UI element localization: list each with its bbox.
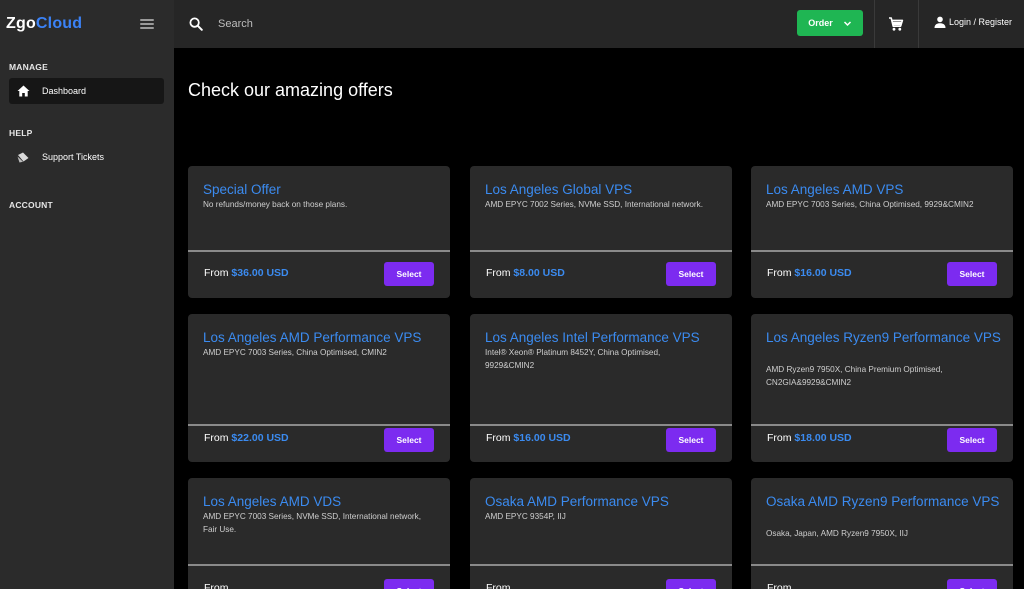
offer-price: From $16.00 USD bbox=[486, 432, 571, 444]
offer-card: Los Angeles Intel Performance VPS Intel® … bbox=[470, 314, 732, 462]
select-button[interactable]: Select bbox=[666, 579, 716, 589]
hamburger-menu-icon[interactable] bbox=[140, 19, 154, 29]
price-amount: $8.00 USD bbox=[513, 267, 565, 279]
cart-icon[interactable] bbox=[888, 16, 904, 32]
offer-description: Osaka, Japan, AMD Ryzen9 7950X, IIJ bbox=[766, 529, 908, 538]
price-prefix: From bbox=[767, 582, 792, 589]
offer-price: From $18.00 USD bbox=[767, 432, 852, 444]
divider bbox=[874, 0, 875, 48]
price-amount: $16.00 USD bbox=[513, 432, 571, 444]
select-button[interactable]: Select bbox=[947, 428, 997, 452]
divider bbox=[918, 0, 919, 48]
user-icon bbox=[934, 16, 946, 28]
price-prefix: From bbox=[204, 267, 229, 279]
card-divider bbox=[470, 424, 732, 426]
offer-description: AMD EPYC 7003 Series, NVMe SSD, Internat… bbox=[203, 512, 421, 534]
price-amount: $22.00 USD bbox=[231, 432, 289, 444]
offer-description: AMD EPYC 9354P, IIJ bbox=[485, 512, 566, 521]
search-icon[interactable] bbox=[189, 17, 203, 31]
offer-card: Los Angeles AMD VDS AMD EPYC 7003 Series,… bbox=[188, 478, 450, 589]
search-input[interactable] bbox=[218, 18, 778, 30]
offer-description: No refunds/money back on those plans. bbox=[203, 200, 348, 209]
sidebar-item-label: Dashboard bbox=[42, 86, 87, 96]
offer-price: From bbox=[486, 582, 511, 589]
card-divider bbox=[751, 564, 1013, 566]
offer-title: Los Angeles AMD Performance VPS bbox=[203, 330, 422, 345]
sidebar-item-support-tickets[interactable]: Support Tickets bbox=[9, 144, 164, 170]
offer-title: Los Angeles AMD VPS bbox=[766, 182, 904, 197]
home-icon bbox=[16, 84, 30, 98]
price-prefix: From bbox=[767, 432, 792, 444]
offer-price: From bbox=[767, 582, 792, 589]
sidebar-item-dashboard[interactable]: Dashboard bbox=[9, 78, 164, 104]
offer-title: Special Offer bbox=[203, 182, 281, 197]
price-prefix: From bbox=[486, 267, 511, 279]
page-title: Check our amazing offers bbox=[188, 80, 393, 100]
price-amount: $36.00 USD bbox=[231, 267, 289, 279]
order-button-label: Order bbox=[808, 18, 833, 28]
select-button[interactable]: Select bbox=[666, 428, 716, 452]
offer-price: From $8.00 USD bbox=[486, 267, 565, 279]
offer-card: Special Offer No refunds/money back on th… bbox=[188, 166, 450, 298]
price-prefix: From bbox=[204, 432, 229, 444]
card-divider bbox=[751, 424, 1013, 426]
offer-price: From $16.00 USD bbox=[767, 267, 852, 279]
select-button[interactable]: Select bbox=[384, 428, 434, 452]
offer-card: Los Angeles AMD VPS AMD EPYC 7003 Series,… bbox=[751, 166, 1013, 298]
offer-card: Osaka AMD Ryzen9 Performance VPS Osaka, J… bbox=[751, 478, 1013, 589]
offer-card: Osaka AMD Performance VPS AMD EPYC 9354P,… bbox=[470, 478, 732, 589]
price-amount: $18.00 USD bbox=[794, 432, 852, 444]
select-button[interactable]: Select bbox=[666, 262, 716, 286]
offer-price: From bbox=[204, 582, 229, 589]
logo-row: ZgoCloud bbox=[0, 0, 174, 48]
logo-text-second: Cloud bbox=[35, 15, 83, 32]
sidebar-item-label: Support Tickets bbox=[42, 152, 105, 162]
select-button[interactable]: Select bbox=[384, 262, 434, 286]
card-divider bbox=[470, 564, 732, 566]
offer-description: Intel® Xeon® Platinum 8452Y, China Optim… bbox=[485, 348, 661, 370]
offer-card: Los Angeles Global VPS AMD EPYC 7002 Seri… bbox=[470, 166, 732, 298]
logo[interactable]: ZgoCloud bbox=[6, 15, 82, 33]
offer-card: Los Angeles Ryzen9 Performance VPS AMD Ry… bbox=[751, 314, 1013, 462]
offer-description: AMD EPYC 7003 Series, China Optimised, 9… bbox=[766, 200, 974, 209]
price-prefix: From bbox=[486, 432, 511, 444]
offer-card: Los Angeles AMD Performance VPS AMD EPYC … bbox=[188, 314, 450, 462]
login-register-link[interactable]: Login / Register bbox=[934, 16, 1012, 28]
card-divider bbox=[470, 250, 732, 252]
price-prefix: From bbox=[204, 582, 229, 589]
login-register-label: Login / Register bbox=[949, 17, 1013, 27]
offer-title: Osaka AMD Ryzen9 Performance VPS bbox=[766, 494, 1000, 509]
select-button[interactable]: Select bbox=[947, 262, 997, 286]
card-divider bbox=[188, 564, 450, 566]
select-button[interactable]: Select bbox=[384, 579, 434, 589]
offer-description: AMD EPYC 7003 Series, China Optimised, C… bbox=[203, 348, 387, 357]
ticket-icon bbox=[16, 150, 30, 164]
logo-text-first: Zgo bbox=[6, 15, 36, 32]
offer-title: Los Angeles Intel Performance VPS bbox=[485, 330, 700, 345]
top-bar: Order Login / Register bbox=[174, 0, 1024, 48]
section-label-manage: MANAGE bbox=[9, 62, 48, 72]
offer-title: Los Angeles AMD VDS bbox=[203, 494, 342, 509]
order-button[interactable]: Order bbox=[797, 10, 863, 36]
sidebar: ZgoCloud MANAGE Dashboard HELP Support T… bbox=[0, 0, 174, 589]
card-divider bbox=[188, 250, 450, 252]
section-label-help: HELP bbox=[9, 128, 33, 138]
price-amount: $16.00 USD bbox=[794, 267, 852, 279]
price-prefix: From bbox=[486, 582, 511, 589]
offer-title: Los Angeles Global VPS bbox=[485, 182, 633, 197]
offer-title: Los Angeles Ryzen9 Performance VPS bbox=[766, 330, 1001, 345]
section-label-account: ACCOUNT bbox=[9, 200, 53, 210]
offer-price: From $22.00 USD bbox=[204, 432, 289, 444]
select-button[interactable]: Select bbox=[947, 579, 997, 589]
card-divider bbox=[188, 424, 450, 426]
offer-description: AMD EPYC 7002 Series, NVMe SSD, Internat… bbox=[485, 200, 703, 209]
offer-price: From $36.00 USD bbox=[204, 267, 289, 279]
offer-title: Osaka AMD Performance VPS bbox=[485, 494, 669, 509]
chevron-down-icon bbox=[843, 20, 851, 26]
price-prefix: From bbox=[767, 267, 792, 279]
card-divider bbox=[751, 250, 1013, 252]
offer-description: AMD Ryzen9 7950X, China Premium Optimise… bbox=[766, 365, 943, 387]
